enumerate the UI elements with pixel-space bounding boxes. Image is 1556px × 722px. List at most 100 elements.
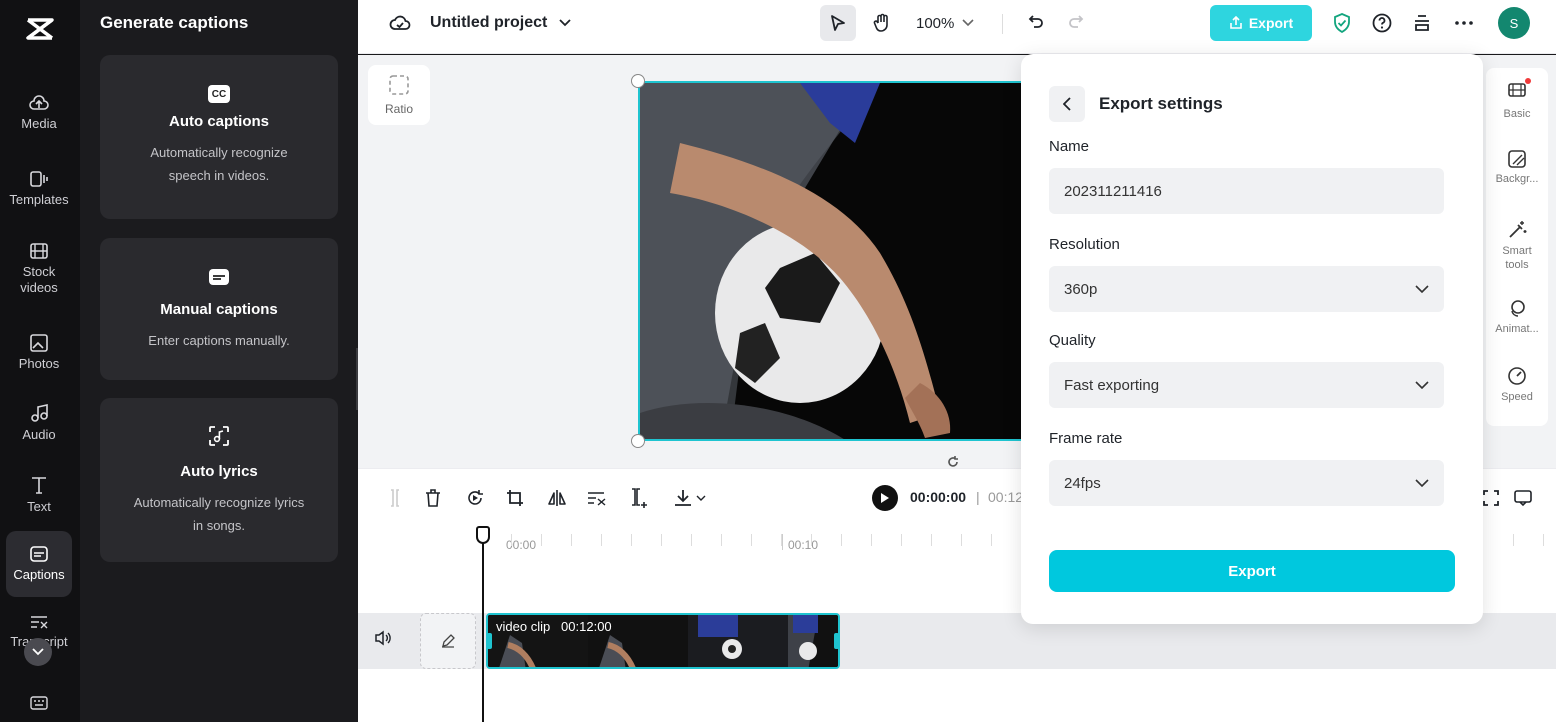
stack-icon	[1415, 15, 1429, 31]
nav-templates[interactable]: Templates	[6, 156, 72, 222]
card-description: Automatically recognize lyrics in songs.	[133, 495, 305, 533]
delete-button[interactable]	[422, 487, 444, 509]
frame-rate-select[interactable]: 24fps	[1049, 460, 1444, 506]
play-button[interactable]	[872, 485, 898, 511]
fullscreen-icon	[1483, 490, 1499, 506]
video-clip[interactable]: video clip 00:12:00	[486, 613, 840, 669]
magic-wand-icon	[1509, 221, 1527, 238]
resize-handle-bottom-left[interactable]	[631, 434, 645, 448]
pencil-icon	[442, 634, 455, 648]
hand-tool-button[interactable]	[864, 5, 900, 41]
ratio-button[interactable]: Ratio	[368, 65, 430, 125]
manual-captions-card[interactable]: Manual captions Enter captions manually.	[100, 238, 338, 380]
clip-duration: 00:12:00	[561, 619, 612, 634]
clip-trim-handle-left[interactable]	[488, 633, 492, 649]
nav-audio[interactable]: Audio	[6, 390, 72, 456]
user-avatar[interactable]: S	[1498, 7, 1530, 39]
flip-button[interactable]	[546, 487, 568, 509]
rail-smart-tools[interactable]: Smart tools	[1486, 220, 1548, 273]
aspect-ratio-icon	[389, 75, 409, 95]
speaker-icon	[375, 630, 391, 646]
chevron-down-icon	[696, 495, 706, 501]
top-bar: Untitled project 100% Export S	[358, 0, 1556, 54]
undo-button[interactable]	[1024, 10, 1048, 34]
more-options-button[interactable]	[1452, 10, 1476, 36]
nav-captions[interactable]: Captions	[6, 531, 72, 597]
background-icon	[1508, 150, 1526, 168]
download-dropdown-button[interactable]	[670, 487, 710, 509]
name-value: 202311211416	[1064, 182, 1162, 200]
zoom-dropdown[interactable]: 100%	[916, 12, 974, 34]
resize-handle-top-left[interactable]	[631, 74, 645, 88]
clip-trim-handle-right[interactable]	[834, 633, 838, 649]
select-tool-button[interactable]	[820, 5, 856, 41]
card-description: Enter captions manually.	[148, 333, 290, 348]
nav-label: Text	[27, 499, 51, 515]
redo-button[interactable]	[1064, 10, 1088, 34]
rail-speed[interactable]: Speed	[1486, 366, 1548, 405]
nav-media[interactable]: Media	[6, 80, 72, 146]
nav-label: Stock videos	[20, 264, 58, 295]
shield-check-icon	[1334, 13, 1350, 33]
split-button[interactable]	[384, 487, 406, 509]
back-button[interactable]	[1049, 86, 1085, 122]
rail-scroll-down-button[interactable]	[24, 638, 52, 666]
playhead[interactable]	[482, 526, 484, 722]
remove-background-button[interactable]	[586, 487, 608, 509]
transcript-cut-icon	[588, 492, 606, 506]
replay-button[interactable]	[464, 487, 486, 509]
fullscreen-button[interactable]	[1480, 487, 1502, 509]
quality-label: Quality	[1049, 332, 1096, 349]
quality-select[interactable]: Fast exporting	[1049, 362, 1444, 408]
edit-cover-button[interactable]	[420, 613, 476, 669]
track-mute-button[interactable]	[374, 630, 392, 651]
film-icon	[30, 243, 48, 260]
card-description: Automatically recognize speech in videos…	[150, 145, 288, 183]
ruler-minor-ticks	[482, 534, 1018, 546]
zoom-value: 100%	[916, 14, 955, 32]
auto-lyrics-card[interactable]: Auto lyrics Automatically recognize lyri…	[100, 398, 338, 562]
chevron-left-icon	[1063, 97, 1071, 111]
modal-export-button[interactable]: Export	[1049, 550, 1455, 592]
caption-box-icon	[208, 268, 230, 291]
shield-check-button[interactable]	[1330, 10, 1354, 36]
nav-text[interactable]: Text	[6, 462, 72, 528]
total-time: 00:12	[988, 489, 1024, 505]
feedback-button[interactable]	[1512, 487, 1534, 509]
nav-stock-videos[interactable]: Stock videos	[6, 236, 72, 302]
project-name-dropdown[interactable]: Untitled project	[430, 12, 571, 34]
text-t-icon	[32, 477, 46, 495]
play-icon	[881, 493, 889, 503]
export-settings-modal: Export settings Name 202311211416 Resolu…	[1021, 54, 1483, 624]
rail-background[interactable]: Backgr...	[1486, 150, 1548, 187]
rail-basic[interactable]: Basic	[1486, 78, 1548, 122]
cloud-sync-icon[interactable]	[388, 12, 412, 34]
cursor-icon	[831, 15, 845, 31]
nav-photos[interactable]: Photos	[6, 320, 72, 386]
transcript-icon	[31, 616, 48, 629]
frame-rate-label: Frame rate	[1049, 430, 1123, 447]
resolution-select[interactable]: 360p	[1049, 266, 1444, 312]
nav-label: Captions	[13, 567, 65, 583]
layers-button[interactable]	[1410, 10, 1434, 36]
nav-keyboard[interactable]	[6, 690, 72, 720]
playhead-grip[interactable]	[476, 526, 490, 544]
card-title: Auto lyrics	[180, 463, 258, 480]
auto-captions-card[interactable]: CC Auto captions Automatically recognize…	[100, 55, 338, 219]
crop-button[interactable]	[504, 487, 526, 509]
basic-icon	[1507, 78, 1531, 108]
avatar-initial: S	[1509, 15, 1519, 31]
help-circle-icon	[1372, 13, 1392, 33]
freeze-frame-button[interactable]	[628, 487, 650, 509]
rotate-handle-icon[interactable]	[946, 455, 960, 469]
card-title: Manual captions	[160, 301, 278, 318]
capcut-logo-icon[interactable]	[22, 14, 58, 44]
help-button[interactable]	[1370, 10, 1394, 36]
rail-animation[interactable]: Animat...	[1486, 298, 1548, 337]
redo-icon	[1069, 15, 1084, 28]
export-button[interactable]: Export	[1210, 5, 1312, 41]
video-preview[interactable]	[638, 81, 1058, 441]
resolution-value: 360p	[1064, 280, 1098, 298]
name-input[interactable]: 202311211416	[1049, 168, 1444, 214]
cc-icon: CC	[208, 85, 230, 103]
